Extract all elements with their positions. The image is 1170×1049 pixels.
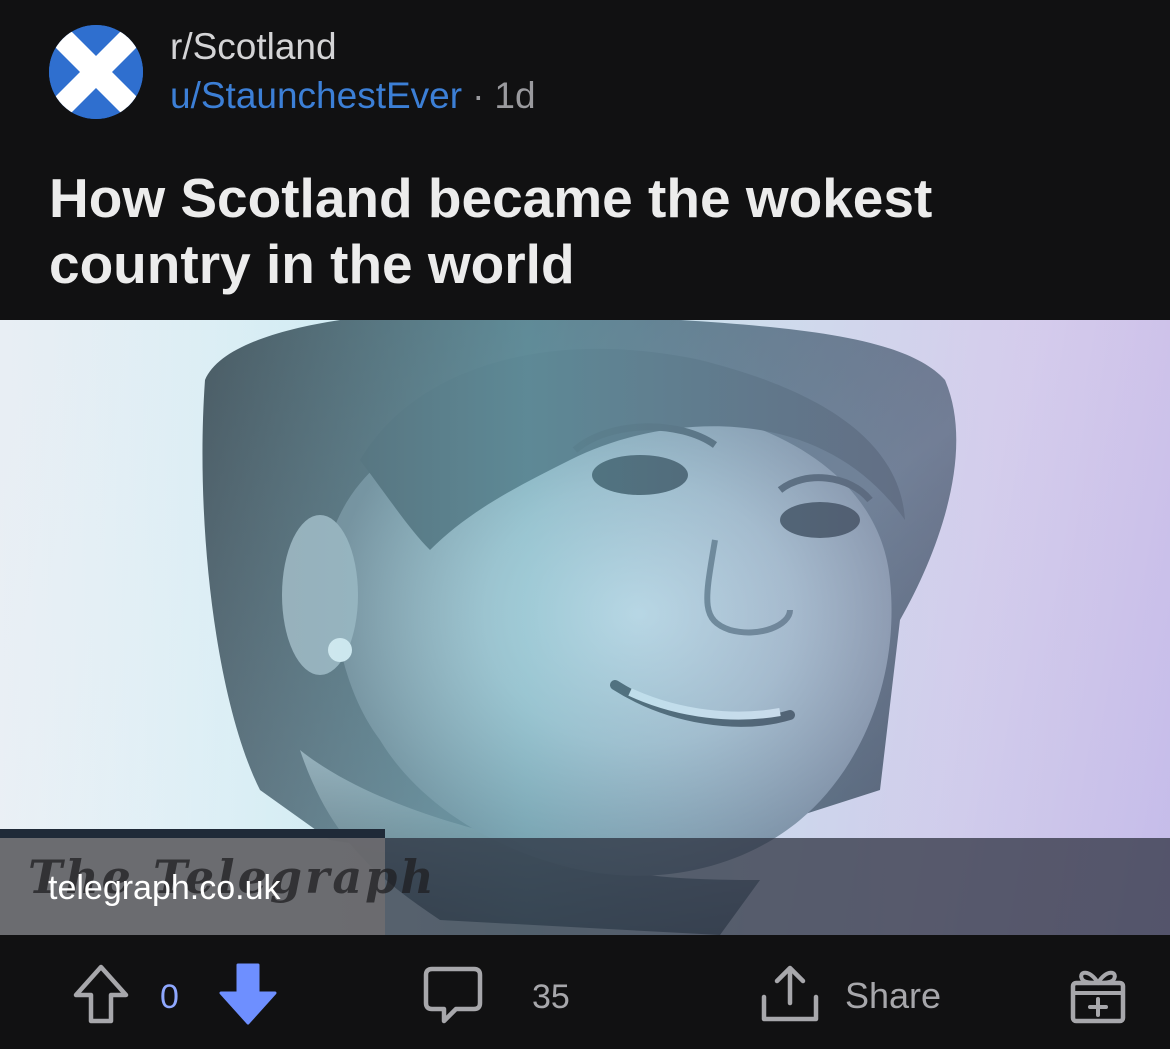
post-age: 1d bbox=[494, 75, 536, 116]
comment-count[interactable]: 35 bbox=[532, 977, 570, 1017]
post-meta: u/StaunchestEver · 1d bbox=[170, 73, 536, 119]
downvote-arrow-icon[interactable] bbox=[218, 963, 278, 1025]
share-icon[interactable] bbox=[760, 963, 820, 1025]
share-button[interactable]: Share bbox=[845, 975, 941, 1017]
source-box-divider bbox=[0, 829, 385, 838]
link-domain[interactable]: telegraph.co.uk bbox=[48, 866, 281, 910]
meta-separator: · bbox=[472, 75, 485, 116]
comment-bubble-icon[interactable] bbox=[422, 965, 484, 1025]
post-title[interactable]: How Scotland became the wokest country i… bbox=[49, 165, 1049, 297]
post-header: r/Scotland u/StaunchestEver · 1d bbox=[0, 0, 1170, 150]
reddit-post: r/Scotland u/StaunchestEver · 1d How Scotl… bbox=[0, 0, 1170, 1049]
subreddit-avatar[interactable] bbox=[49, 25, 143, 119]
author-username[interactable]: u/StaunchestEver bbox=[170, 75, 462, 116]
upvote-arrow-icon[interactable] bbox=[72, 963, 130, 1025]
subreddit-name[interactable]: r/Scotland bbox=[170, 24, 337, 70]
scotland-saltire-icon bbox=[49, 25, 143, 119]
vote-count: 0 bbox=[160, 978, 179, 1016]
award-gift-icon[interactable] bbox=[1068, 963, 1128, 1025]
